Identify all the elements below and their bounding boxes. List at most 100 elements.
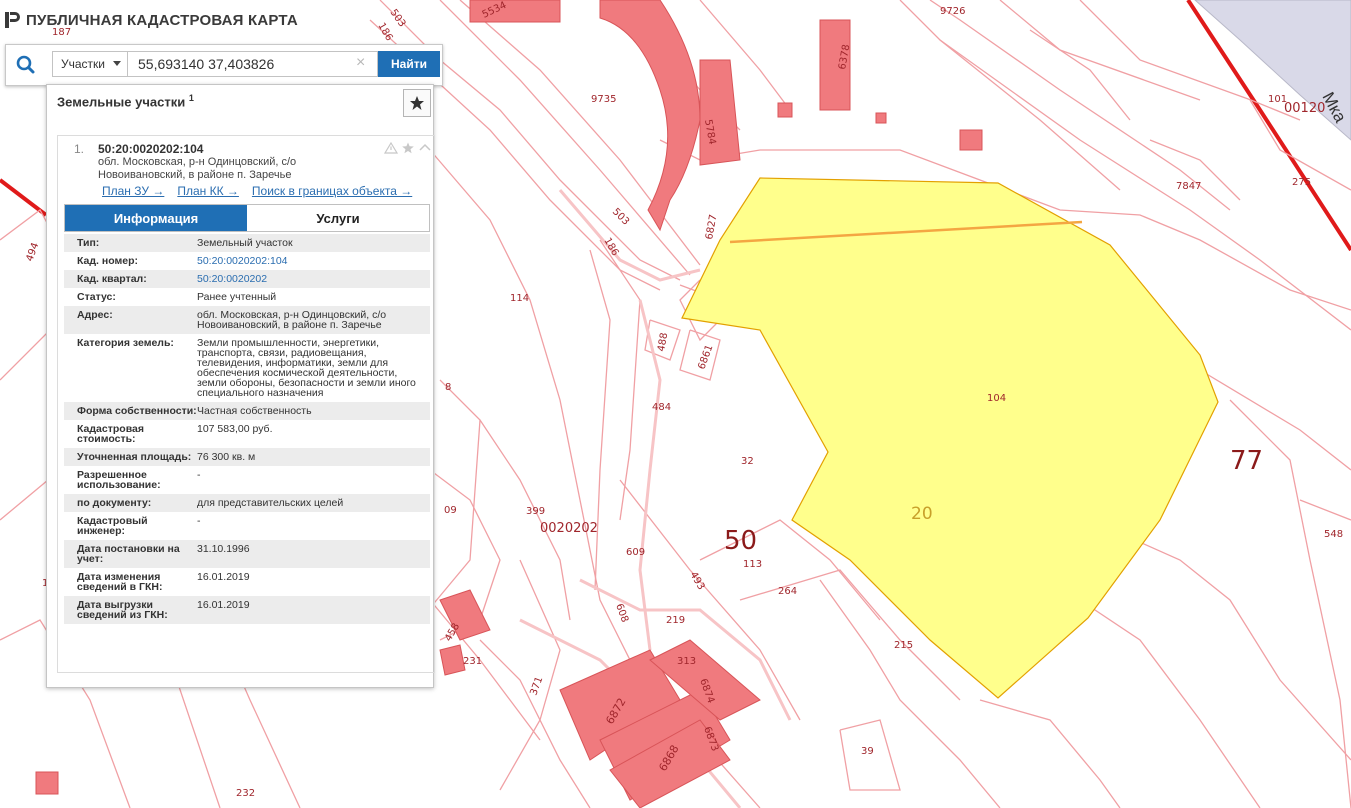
info-row-label: Кад. квартал: <box>77 273 147 285</box>
results-panel: Земельные участки 1 1. 50:20:0020202:104… <box>46 84 435 688</box>
search-in-bounds-link[interactable]: Поиск в границах объекта → <box>252 184 412 198</box>
search-bar: Участки × Найти <box>5 44 443 86</box>
favorites-button[interactable] <box>403 89 431 117</box>
info-row-value[interactable]: 50:20:0020202 <box>197 274 430 285</box>
info-row-label: Форма собственности: <box>77 405 197 417</box>
info-row-value: 76 300 кв. м <box>197 451 256 463</box>
info-row-label: Статус: <box>77 291 116 303</box>
info-row: Дата выгрузки сведений из ГКН: 16.01.2019 <box>64 596 430 624</box>
info-row: Кадастровая стоимость: 107 583,00 руб. <box>64 420 430 448</box>
find-button[interactable]: Найти <box>378 51 440 77</box>
star-icon <box>410 96 424 110</box>
info-row-label: Категория земель: <box>77 337 174 349</box>
info-row-label: Кадастровый инженер: <box>77 515 148 537</box>
info-row-value: - <box>197 469 201 481</box>
panel-heading: Земельные участки <box>57 94 186 110</box>
info-row-label: Дата выгрузки сведений из ГКН: <box>77 599 168 621</box>
info-row-label: Разрешенное использование: <box>77 469 161 491</box>
map-label: 7847 <box>1176 181 1201 192</box>
collapse-icon[interactable] <box>418 142 432 154</box>
map-label: 9726 <box>940 6 965 17</box>
map-label: 104 <box>987 393 1006 404</box>
info-row-value: - <box>197 515 201 527</box>
map-label: 114 <box>510 293 529 304</box>
info-row-value: Земельный участок <box>197 237 293 249</box>
chevron-down-icon <box>113 61 121 66</box>
info-row-label: Адрес: <box>77 309 113 321</box>
info-row: Кад. номер: 50:20:0020202:104 <box>64 252 430 270</box>
info-row-label: Уточненная площадь: <box>77 451 192 463</box>
plan-zu-link[interactable]: План ЗУ → <box>102 184 164 198</box>
map-label: 484 <box>652 402 671 413</box>
info-row-label: Кад. номер: <box>77 255 139 267</box>
info-row-value: Ранее учтенный <box>197 291 277 303</box>
clear-icon[interactable]: × <box>356 54 365 72</box>
result-address: обл. Московская, р-н Одинцовский, с/о Но… <box>98 156 297 181</box>
result-cad-number[interactable]: 50:20:0020202:104 <box>98 142 203 156</box>
map-label: 32 <box>741 456 754 467</box>
map-label: 264 <box>778 586 797 597</box>
info-row: Кад. квартал: 50:20:0020202 <box>64 270 430 288</box>
plan-kk-link[interactable]: План КК → <box>177 184 239 198</box>
info-row: Форма собственности: Частная собственност… <box>64 402 430 420</box>
map-label: 0020202 <box>540 521 598 536</box>
tab-services[interactable]: Услуги <box>247 205 429 231</box>
map-label: 8 <box>445 382 451 393</box>
result-card: 1. 50:20:0020202:104 обл. Московская, р-… <box>57 135 435 673</box>
info-row-value: обл. Московская, р-н Одинцовский, с/о Но… <box>197 309 387 331</box>
map-label: 232 <box>236 788 255 799</box>
search-type-label: Участки <box>61 57 105 71</box>
result-links: План ЗУ → План КК → Поиск в границах объ… <box>102 184 412 198</box>
map-label: 275 <box>1292 177 1311 188</box>
info-row: Адрес: обл. Московская, р-н Одинцовский, … <box>64 306 430 334</box>
zone-label-50: 50 <box>724 526 757 556</box>
app-header: ПУБЛИЧНАЯ КАДАСТРОВАЯ КАРТА <box>4 8 298 32</box>
search-icon[interactable] <box>12 53 40 77</box>
result-index: 1. <box>74 142 85 156</box>
map-label: 113 <box>743 559 762 570</box>
info-row: Уточненная площадь: 76 300 кв. м <box>64 448 430 466</box>
search-type-select[interactable]: Участки <box>52 51 128 77</box>
info-row-label: по документу: <box>77 497 152 509</box>
result-count: 1 <box>188 93 194 103</box>
pkk-logo-icon <box>5 12 20 28</box>
info-row-value: 107 583,00 руб. <box>197 423 273 435</box>
star-icon[interactable] <box>401 142 415 154</box>
map-label: 215 <box>894 640 913 651</box>
info-row-value: 16.01.2019 <box>197 599 250 611</box>
info-row: Статус: Ранее учтенный <box>64 288 430 306</box>
map-label: 00120 <box>1284 101 1325 116</box>
map-label: 39 <box>861 746 874 757</box>
info-row-label: Дата изменения сведений в ГКН: <box>77 571 163 593</box>
warning-icon[interactable] <box>384 142 398 154</box>
map-label: 219 <box>666 615 685 626</box>
info-row-label: Тип: <box>77 237 100 249</box>
info-row: Дата постановки на учет: 31.10.1996 <box>64 540 430 568</box>
map-label: 09 <box>444 505 457 516</box>
zone-label-77: 77 <box>1230 446 1263 476</box>
info-row-label: Кадастровая стоимость: <box>77 423 144 445</box>
info-row-value[interactable]: 50:20:0020202:104 <box>197 256 430 267</box>
info-row: Кадастровый инженер: - <box>64 512 430 540</box>
info-row: Дата изменения сведений в ГКН: 16.01.2019 <box>64 568 430 596</box>
info-row-label: Дата постановки на учет: <box>77 543 180 565</box>
map-label: 609 <box>626 547 645 558</box>
app-title: ПУБЛИЧНАЯ КАДАСТРОВАЯ КАРТА <box>26 11 298 29</box>
tab-information[interactable]: Информация <box>65 205 247 231</box>
info-row: Разрешенное использование: - <box>64 466 430 494</box>
info-row-value: Частная собственность <box>197 405 312 417</box>
result-actions <box>384 142 432 154</box>
map-label: 231 <box>463 656 482 667</box>
map-label: 548 <box>1324 529 1343 540</box>
search-input[interactable] <box>128 51 378 77</box>
panel-title: Земельные участки 1 <box>57 93 194 109</box>
info-table: Тип: Земельный участок Кад. номер: 50:20:00… <box>64 234 430 624</box>
map-label: 313 <box>677 656 696 667</box>
result-tabs: Информация Услуги <box>64 204 430 232</box>
info-row: Категория земель: Земли промышленности, э… <box>64 334 430 402</box>
info-row: по документу: для представительских целей <box>64 494 430 512</box>
map-label: 9735 <box>591 94 616 105</box>
map-label: 399 <box>526 506 545 517</box>
info-row-value: 16.01.2019 <box>197 571 250 583</box>
zone-label-20: 20 <box>911 504 933 524</box>
